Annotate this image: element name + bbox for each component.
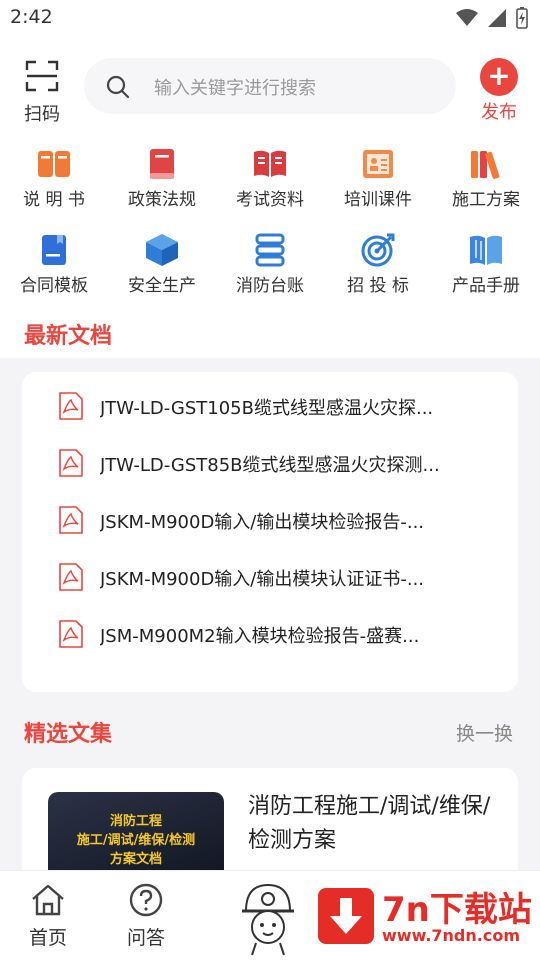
- signal-icon: [488, 9, 506, 27]
- search-input[interactable]: 输入关键字进行搜索: [84, 58, 456, 114]
- wifi-icon: [456, 9, 478, 26]
- doc-item[interactable]: JSKM-M900D输入/输出模块检验报告-...: [58, 500, 498, 540]
- category-label: 考试资料: [236, 190, 304, 210]
- cover-line: 施工/调试/维保/检测: [76, 833, 196, 848]
- category-grid: 说 明 书 政策法规 考试资料 培训课件 施工方案 合同模板 安全生产 消防台账…: [0, 136, 540, 308]
- nav-qa-label: 问答: [126, 927, 165, 949]
- category-fire-ledger[interactable]: 消防台账: [216, 222, 324, 298]
- red-book-icon: [150, 149, 174, 179]
- battery-icon: [516, 7, 528, 29]
- latest-section-title: 最新文档: [24, 324, 113, 349]
- category-label: 施工方案: [452, 190, 520, 210]
- category-label: 产品手册: [452, 276, 520, 296]
- cover-line: 消防工程: [109, 814, 162, 829]
- featured-section-title: 精选文集: [24, 722, 113, 747]
- pdf-icon: [59, 506, 83, 534]
- cover-line: 方案文档: [109, 852, 162, 867]
- category-exam[interactable]: 考试资料: [216, 136, 324, 212]
- ledger-icon: [255, 233, 285, 267]
- swap-button[interactable]: 换一换: [456, 719, 513, 746]
- open-book-icon: [254, 150, 286, 177]
- search-placeholder: 输入关键字进行搜索: [154, 78, 316, 99]
- category-product-manual[interactable]: 产品手册: [432, 222, 540, 298]
- category-label: 培训课件: [344, 190, 412, 210]
- scan-icon: [25, 60, 59, 92]
- status-icons: [456, 7, 528, 29]
- category-training[interactable]: 培训课件: [324, 136, 432, 212]
- question-icon: [129, 883, 163, 917]
- doc-title: JTW-LD-GST85B缆式线型感温火灾探测...: [100, 455, 440, 476]
- box-icon: [146, 234, 178, 266]
- status-bar: 2:42: [0, 0, 540, 36]
- category-safety[interactable]: 安全生产: [108, 222, 216, 298]
- category-manual[interactable]: 说 明 书: [0, 136, 108, 212]
- pdf-icon: [59, 563, 83, 591]
- doc-title: JSKM-M900D输入/输出模块认证证书-...: [100, 569, 425, 590]
- doc-item[interactable]: JTW-LD-GST105B缆式线型感温火灾探...: [58, 386, 498, 426]
- featured-cover: 消防工程 施工/调试/维保/检测 方案文档: [48, 792, 224, 878]
- doc-title: JTW-LD-GST105B缆式线型感温火灾探...: [100, 398, 434, 419]
- download-arrow-icon: [318, 888, 374, 944]
- category-label: 招 投 标: [347, 276, 409, 296]
- category-policy[interactable]: 政策法规: [108, 136, 216, 212]
- watermark-brand: 7n下载站: [382, 890, 532, 930]
- featured-title: 消防工程施工/调试/维保/检测方案: [248, 794, 491, 853]
- category-label: 政策法规: [128, 190, 196, 210]
- category-label: 合同模板: [20, 276, 88, 296]
- books-icon: [471, 151, 500, 179]
- latest-docs-card: JTW-LD-GST105B缆式线型感温火灾探... JTW-LD-GST85B…: [22, 372, 518, 692]
- category-bidding[interactable]: 招 投 标: [324, 222, 432, 298]
- plus-icon: +: [480, 58, 518, 96]
- pdf-icon: [59, 449, 83, 477]
- category-label: 消防台账: [236, 276, 304, 296]
- publish-label: 发布: [481, 102, 517, 123]
- firefighter-mascot-icon: [242, 883, 294, 956]
- document-icon: [42, 235, 66, 265]
- app-screen: 2:42 扫码 输入关键字进行搜索 + 发布 说 明 书 政策法规 考试资料 培…: [0, 0, 540, 960]
- doc-item[interactable]: JSM-M900M2输入模块检验报告-盛赛...: [58, 614, 498, 654]
- nav-qa[interactable]: 问答: [116, 883, 176, 950]
- top-header: 扫码 输入关键字进行搜索 + 发布: [0, 36, 540, 136]
- presentation-icon: [363, 150, 393, 178]
- manual-icon: [470, 235, 502, 265]
- target-icon: [361, 233, 395, 267]
- publish-button[interactable]: + 发布: [478, 58, 520, 123]
- pdf-icon: [59, 392, 83, 420]
- nav-home[interactable]: 首页: [18, 883, 78, 950]
- search-icon: [106, 75, 130, 99]
- featured-card[interactable]: 消防工程 施工/调试/维保/检测 方案文档 消防工程施工/调试/维保/检测方案: [22, 768, 518, 878]
- category-contract[interactable]: 合同模板: [0, 222, 108, 298]
- status-time: 2:42: [10, 6, 53, 28]
- watermark-url: www.7ndn.com: [382, 926, 520, 945]
- home-icon: [32, 884, 64, 916]
- doc-title: JSKM-M900D输入/输出模块检验报告-...: [100, 512, 425, 533]
- doc-item[interactable]: JSKM-M900D输入/输出模块认证证书-...: [58, 557, 498, 597]
- nav-home-label: 首页: [28, 927, 67, 949]
- pdf-icon: [59, 620, 83, 648]
- category-label: 说 明 书: [23, 190, 85, 210]
- doc-item[interactable]: JTW-LD-GST85B缆式线型感温火灾探测...: [58, 443, 498, 483]
- scan-button[interactable]: 扫码: [22, 60, 62, 125]
- scan-label: 扫码: [24, 104, 60, 125]
- category-label: 安全生产: [128, 276, 196, 296]
- category-construction[interactable]: 施工方案: [432, 136, 540, 212]
- book-open-icon: [38, 151, 70, 177]
- doc-title: JSM-M900M2输入模块检验报告-盛赛...: [100, 626, 420, 647]
- watermark-logo: 7n下载站 www.7ndn.com: [318, 878, 532, 950]
